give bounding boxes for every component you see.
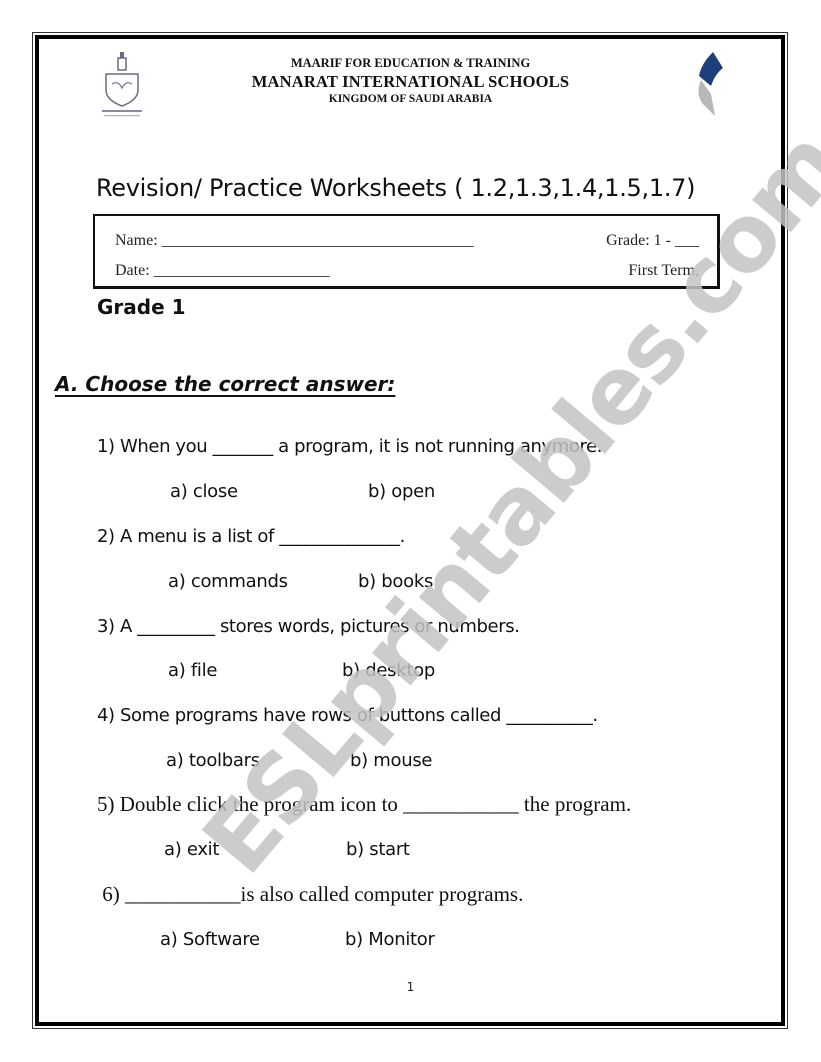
worksheet-title: Revision/ Practice Worksheets ( 1.2,1.3,… — [96, 174, 696, 202]
question-3-option-b[interactable]: b) desktop — [342, 660, 435, 681]
question-3-option-a[interactable]: a) file — [168, 660, 217, 681]
question-5-option-a[interactable]: a) exit — [164, 839, 219, 860]
question-1: 1) When you _______ a program, it is not… — [97, 436, 603, 457]
org-line-manarat: MANARAT INTERNATIONAL SCHOOLS — [251, 72, 570, 91]
org-line-kingdom: KINGDOM OF SAUDI ARABIA — [328, 93, 493, 105]
page-number: 1 — [406, 980, 415, 994]
question-6-option-a[interactable]: a) Software — [160, 929, 260, 950]
grade-field[interactable]: Grade: 1 - ___ — [606, 232, 699, 250]
info-row-name-grade: Name: __________________________________… — [115, 232, 699, 250]
term-label: First Term, — [628, 262, 699, 279]
question-4: 4) Some programs have rows of buttons ca… — [97, 705, 598, 726]
question-3: 3) A _________ stores words, pictures or… — [97, 616, 520, 637]
org-line-maarif: MAARIF FOR EDUCATION & TRAINING — [290, 56, 531, 70]
question-1-option-b[interactable]: b) open — [368, 481, 435, 502]
question-2: 2) A menu is a list of ______________. — [97, 526, 405, 547]
info-row-date-term: Date: ______________________ First Term, — [115, 262, 699, 280]
question-4-option-a[interactable]: a) toolbars — [166, 750, 260, 771]
name-field[interactable]: Name: __________________________________… — [115, 232, 474, 250]
question-4-option-b[interactable]: b) mouse — [350, 750, 432, 771]
student-info-box: Name: __________________________________… — [93, 214, 720, 289]
question-2-option-b[interactable]: b) books — [358, 571, 433, 592]
date-field[interactable]: Date: ______________________ — [115, 262, 330, 280]
grade-heading: Grade 1 — [97, 295, 186, 319]
section-heading: A. Choose the correct answer: — [55, 372, 396, 396]
question-1-option-a[interactable]: a) close — [170, 481, 238, 502]
question-6-option-b[interactable]: b) Monitor — [345, 929, 435, 950]
question-5: 5) Double click the program icon to ____… — [97, 792, 632, 816]
question-6: 6) ___________is also called computer pr… — [97, 882, 524, 906]
question-5-option-b[interactable]: b) start — [346, 839, 410, 860]
question-2-option-a[interactable]: a) commands — [168, 571, 288, 592]
